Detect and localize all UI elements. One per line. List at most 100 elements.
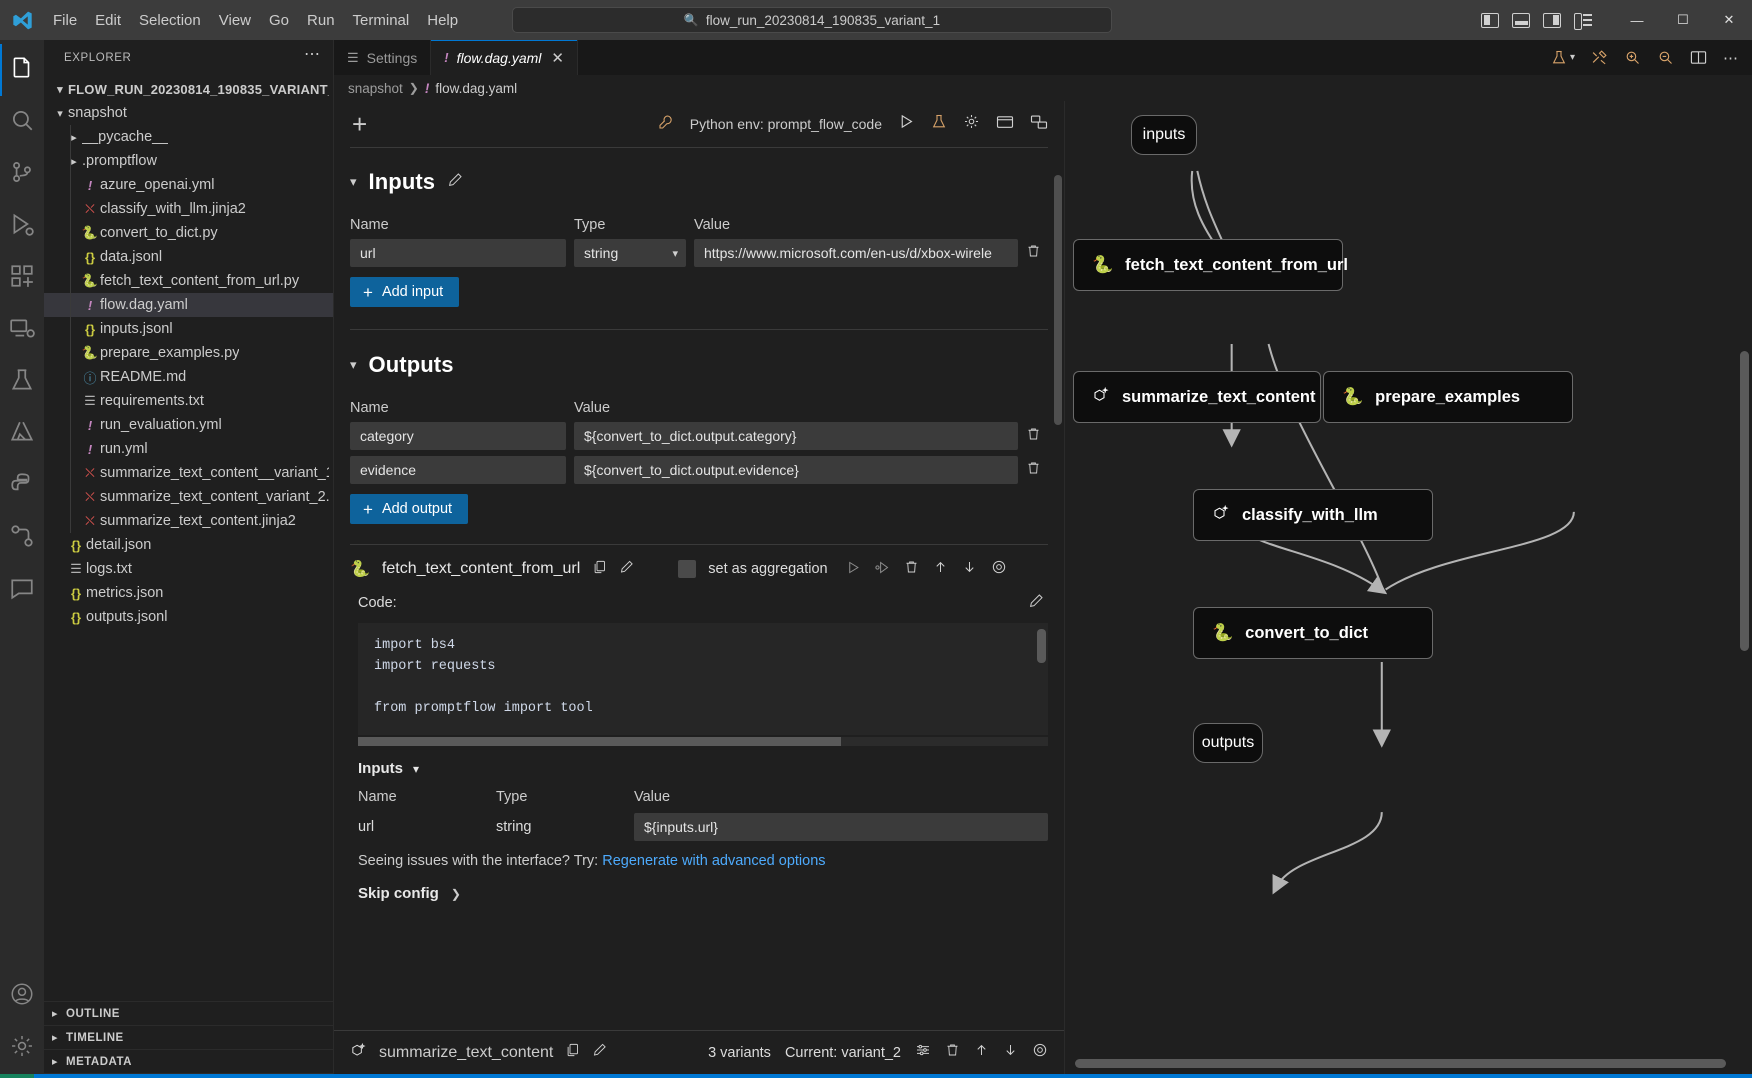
menu-selection[interactable]: Selection — [130, 8, 210, 33]
open-graph-icon[interactable] — [1030, 114, 1048, 135]
pencil-icon[interactable] — [592, 1042, 607, 1063]
tree-item-summarize-variant-2[interactable]: ⛌ summarize_text_content_variant_2.jinj.… — [44, 485, 333, 509]
flow-graph-pane[interactable]: inputs 🐍 fetch_text_content_from_url sum… — [1064, 101, 1752, 1074]
sidebar-item-explorer[interactable] — [0, 44, 44, 96]
ellipsis-icon[interactable]: ⋯ — [1723, 49, 1738, 67]
output-value-field[interactable]: ${convert_to_dict.output.evidence} — [574, 456, 1018, 484]
copy-icon[interactable] — [592, 559, 607, 579]
command-center-search[interactable]: 🔍 flow_run_20230814_190835_variant_1 — [512, 7, 1112, 33]
move-up-icon[interactable] — [933, 559, 948, 579]
graph-node-classify-with-llm[interactable]: classify_with_llm — [1193, 489, 1433, 541]
tree-item-pycache[interactable]: ▸ __pycache__ — [44, 125, 333, 149]
chevron-down-icon[interactable]: ▾ — [350, 357, 357, 373]
code-vertical-scrollbar[interactable] — [1037, 629, 1046, 663]
trash-icon[interactable] — [904, 559, 919, 579]
graph-horizontal-scrollbar[interactable] — [1075, 1059, 1726, 1068]
sidebar-item-search[interactable] — [0, 96, 44, 148]
menu-file[interactable]: File — [44, 8, 86, 33]
tree-item-azure-openai-yml[interactable]: ! azure_openai.yml — [44, 173, 333, 197]
tree-item-summarize-text-content-jinja2[interactable]: ⛌ summarize_text_content.jinja2 — [44, 509, 333, 533]
toggle-primary-sidebar-icon[interactable] — [1481, 13, 1499, 28]
copy-icon[interactable] — [565, 1042, 580, 1063]
debug-run-icon[interactable] — [875, 560, 890, 579]
set-as-aggregation-checkbox[interactable] — [678, 560, 696, 578]
tree-item-fetch-text-content-from-url-py[interactable]: 🐍 fetch_text_content_from_url.py — [44, 269, 333, 293]
tree-item-logs-txt[interactable]: ☰ logs.txt — [44, 557, 333, 581]
inputs-section-header[interactable]: ▾ Inputs — [350, 147, 1048, 203]
minimize-button[interactable]: — — [1614, 0, 1660, 40]
sidebar-item-testing[interactable] — [0, 356, 44, 408]
settings-gear-icon[interactable] — [963, 113, 980, 135]
tree-item-outputs-jsonl[interactable]: {} outputs.jsonl — [44, 605, 333, 629]
pencil-icon[interactable] — [619, 559, 634, 579]
sidebar-item-flow-graph[interactable] — [0, 512, 44, 564]
input-type-select[interactable]: string ▾ — [574, 239, 686, 267]
graph-node-inputs[interactable]: inputs — [1131, 115, 1197, 155]
delete-output-icon[interactable] — [1018, 460, 1048, 480]
form-vertical-scrollbar[interactable] — [1054, 175, 1062, 425]
menu-edit[interactable]: Edit — [86, 8, 130, 33]
customize-layout-icon[interactable] — [1574, 13, 1592, 28]
trash-icon[interactable] — [945, 1042, 960, 1063]
edit-code-pencil-icon[interactable] — [1028, 593, 1048, 613]
panel-outline[interactable]: ▸ OUTLINE — [44, 1002, 333, 1026]
skip-config-toggle[interactable]: Skip config ❯ — [334, 869, 1064, 902]
target-icon[interactable] — [1032, 1042, 1048, 1063]
menu-go[interactable]: Go — [260, 8, 298, 33]
status-remote-indicator[interactable] — [0, 1074, 34, 1078]
tree-item-run-evaluation-yml[interactable]: ! run_evaluation.yml — [44, 413, 333, 437]
code-horizontal-scrollbar[interactable] — [358, 737, 1048, 746]
menu-terminal[interactable]: Terminal — [344, 8, 419, 33]
run-icon[interactable] — [846, 560, 861, 579]
tree-item-summarize-variant-1[interactable]: ⛌ summarize_text_content__variant_1.ji..… — [44, 461, 333, 485]
tree-item-inputs-jsonl[interactable]: {} inputs.jsonl — [44, 317, 333, 341]
chevron-down-icon[interactable]: ▾ — [413, 762, 419, 776]
menu-bar[interactable]: File Edit Selection View Go Run Terminal… — [44, 8, 467, 33]
menu-view[interactable]: View — [210, 8, 260, 33]
tree-item-prepare-examples-py[interactable]: 🐍 prepare_examples.py — [44, 341, 333, 365]
visual-editor-icon[interactable] — [996, 114, 1014, 135]
breadcrumb-file[interactable]: flow.dag.yaml — [435, 81, 517, 96]
sidebar-item-azure[interactable] — [0, 408, 44, 460]
sidebar-item-prompt-flow[interactable] — [0, 460, 44, 512]
graph-node-summarize-text-content[interactable]: summarize_text_content — [1073, 371, 1321, 423]
close-icon[interactable]: ✕ — [551, 49, 564, 67]
node-input-value-field[interactable]: ${inputs.url} — [634, 813, 1048, 841]
manage-settings-button[interactable] — [0, 1022, 44, 1074]
add-node-icon[interactable]: + — [344, 111, 367, 137]
graph-node-fetch-text-content-from-url[interactable]: 🐍 fetch_text_content_from_url — [1073, 239, 1343, 291]
move-down-icon[interactable] — [1003, 1042, 1018, 1063]
regenerate-advanced-options-link[interactable]: Regenerate with advanced options — [602, 853, 825, 869]
split-editor-icon[interactable] — [1690, 50, 1707, 65]
tree-item-snapshot[interactable]: ▾ snapshot — [44, 101, 333, 125]
batch-run-beaker-icon[interactable] — [931, 113, 947, 135]
code-editor[interactable]: import bs4 import requests from promptfl… — [358, 623, 1048, 735]
menu-run[interactable]: Run — [298, 8, 344, 33]
close-button[interactable]: ✕ — [1706, 0, 1752, 40]
breadcrumb-folder[interactable]: snapshot — [348, 81, 403, 96]
sidebar-item-chat[interactable] — [0, 564, 44, 616]
beaker-icon[interactable]: ▾ — [1551, 49, 1575, 66]
tree-item-convert-to-dict-py[interactable]: 🐍 convert_to_dict.py — [44, 221, 333, 245]
tree-item-detail-json[interactable]: {} detail.json — [44, 533, 333, 557]
add-output-button[interactable]: + Add output — [350, 494, 468, 524]
tree-item-data-jsonl[interactable]: {} data.jsonl — [44, 245, 333, 269]
tab-settings[interactable]: ☰ Settings — [334, 40, 431, 75]
delete-output-icon[interactable] — [1018, 426, 1048, 446]
panel-metadata[interactable]: ▸ METADATA — [44, 1050, 333, 1074]
chevron-down-icon[interactable]: ▾ — [350, 174, 357, 190]
input-name-field[interactable]: url — [350, 239, 566, 267]
tree-item-readme-md[interactable]: ⓘ README.md — [44, 365, 333, 389]
tools-icon[interactable] — [1591, 49, 1608, 66]
menu-help[interactable]: Help — [418, 8, 467, 33]
toggle-secondary-sidebar-icon[interactable] — [1543, 13, 1561, 28]
output-value-field[interactable]: ${convert_to_dict.output.category} — [574, 422, 1018, 450]
toggle-panel-icon[interactable] — [1512, 13, 1530, 28]
sidebar-item-remote-explorer[interactable] — [0, 304, 44, 356]
node-inputs-header[interactable]: Inputs ▾ — [358, 760, 1048, 777]
input-value-field[interactable]: https://www.microsoft.com/en-us/d/xbox-w… — [694, 239, 1018, 267]
zoom-in-icon[interactable] — [1624, 49, 1641, 66]
zoom-out-icon[interactable] — [1657, 49, 1674, 66]
sidebar-item-extensions[interactable] — [0, 252, 44, 304]
tree-item-run-yml[interactable]: ! run.yml — [44, 437, 333, 461]
